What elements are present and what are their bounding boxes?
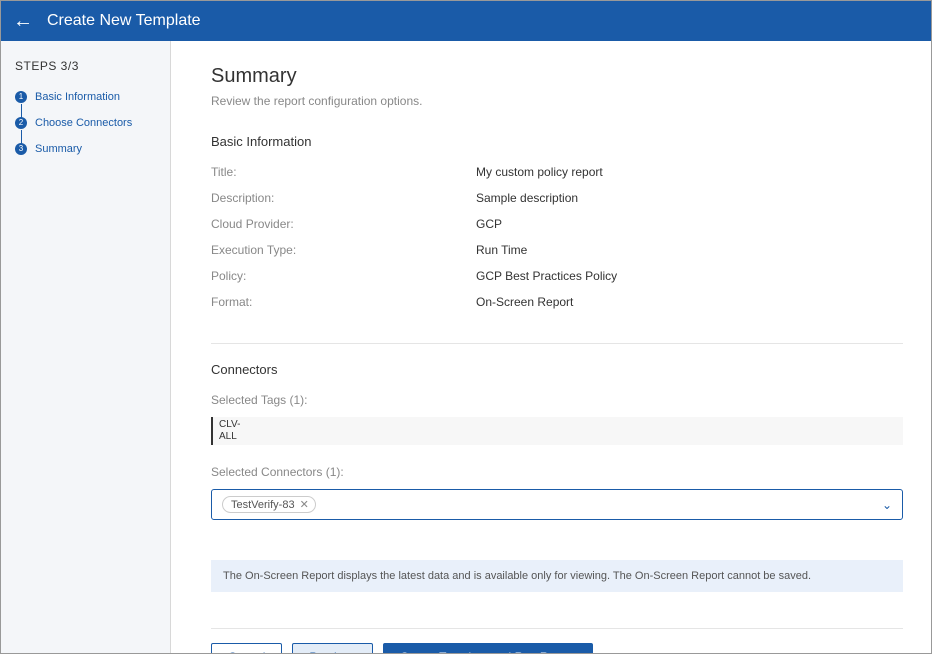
connector-pill: TestVerify-83 ✕ xyxy=(222,496,316,513)
connector-select[interactable]: TestVerify-83 ✕ ⌄ xyxy=(211,489,903,520)
content-area: STEPS 3/3 Basic Information Choose Conne… xyxy=(1,41,931,653)
back-arrow-icon[interactable]: ← xyxy=(13,11,33,31)
connector-pill-text: TestVerify-83 xyxy=(231,499,295,511)
info-label: Format: xyxy=(211,295,476,309)
step-summary[interactable]: Summary xyxy=(15,143,156,155)
step-label: Choose Connectors xyxy=(35,117,132,129)
step-label: Basic Information xyxy=(35,91,120,103)
main-panel: Summary Review the report configuration … xyxy=(171,41,931,653)
step-list: Basic Information Choose Connectors Summ… xyxy=(15,91,156,155)
info-row-policy: Policy: GCP Best Practices Policy xyxy=(211,269,903,283)
onscreen-report-notice: The On-Screen Report displays the latest… xyxy=(211,560,903,592)
remove-connector-icon[interactable]: ✕ xyxy=(300,498,309,511)
footer-actions: Cancel Previous Create Template and Run … xyxy=(211,628,903,653)
header-title: Create New Template xyxy=(47,12,201,30)
cancel-button[interactable]: Cancel xyxy=(211,643,282,653)
info-row-title: Title: My custom policy report xyxy=(211,165,903,179)
basic-info-section-title: Basic Information xyxy=(211,134,903,149)
info-label: Title: xyxy=(211,165,476,179)
page-header: ← Create New Template xyxy=(1,1,931,41)
step-label: Summary xyxy=(35,143,82,155)
info-value: Sample description xyxy=(476,191,578,205)
info-label: Policy: xyxy=(211,269,476,283)
step-choose-connectors[interactable]: Choose Connectors xyxy=(15,117,156,129)
info-value: Run Time xyxy=(476,243,527,257)
info-value: GCP xyxy=(476,217,502,231)
info-row-description: Description: Sample description xyxy=(211,191,903,205)
tag-text-line1: CLV- xyxy=(219,419,241,430)
info-row-cloud-provider: Cloud Provider: GCP xyxy=(211,217,903,231)
info-row-execution-type: Execution Type: Run Time xyxy=(211,243,903,257)
info-label: Cloud Provider: xyxy=(211,217,476,231)
info-label: Execution Type: xyxy=(211,243,476,257)
previous-button[interactable]: Previous xyxy=(292,643,373,653)
steps-sidebar: STEPS 3/3 Basic Information Choose Conne… xyxy=(1,41,171,653)
create-template-button[interactable]: Create Template and Run Report xyxy=(383,643,593,653)
chevron-down-icon: ⌄ xyxy=(882,498,892,512)
info-value: GCP Best Practices Policy xyxy=(476,269,617,283)
page-title: Summary xyxy=(211,65,903,88)
selected-tags-label: Selected Tags (1): xyxy=(211,393,903,407)
info-row-format: Format: On-Screen Report xyxy=(211,295,903,309)
tag-text-line2: ALL xyxy=(219,431,237,442)
info-label: Description: xyxy=(211,191,476,205)
info-value: On-Screen Report xyxy=(476,295,573,309)
steps-counter: STEPS 3/3 xyxy=(15,59,156,73)
page-subtitle: Review the report configuration options. xyxy=(211,94,903,108)
connectors-section-title: Connectors xyxy=(211,362,903,377)
tag-chip: CLV- ALL xyxy=(211,417,903,445)
step-basic-information[interactable]: Basic Information xyxy=(15,91,156,103)
selected-connectors-label: Selected Connectors (1): xyxy=(211,465,903,479)
section-divider xyxy=(211,343,903,344)
info-value: My custom policy report xyxy=(476,165,603,179)
